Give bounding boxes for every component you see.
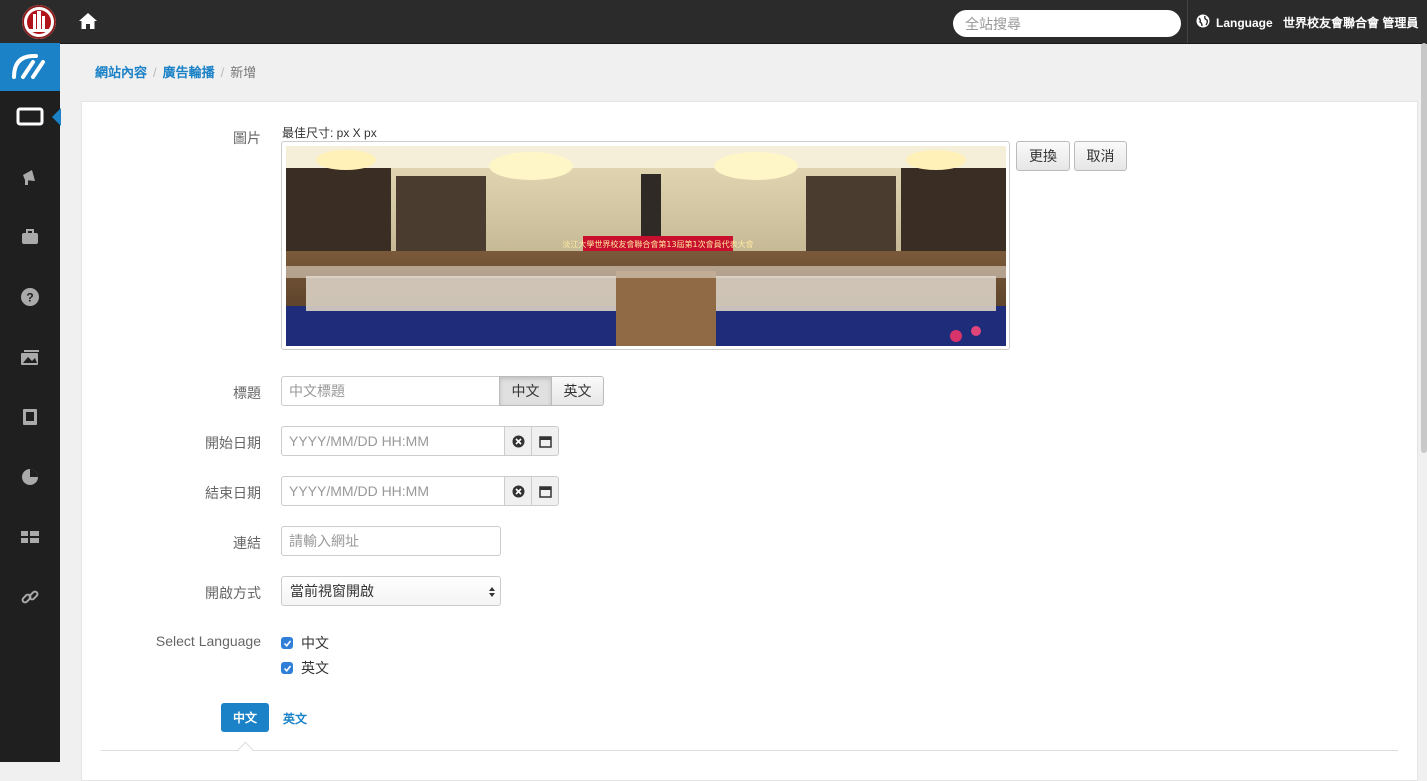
help-icon: ? — [21, 288, 39, 306]
lang-checkbox-label: 中文 — [301, 635, 329, 651]
clear-icon — [512, 485, 524, 497]
end-date-input[interactable] — [281, 476, 505, 506]
dashboard-button[interactable] — [0, 43, 60, 91]
title-lang-en-button[interactable]: 英文 — [551, 376, 604, 406]
sidebar-item-announcement[interactable] — [0, 157, 60, 197]
breadcrumb: 網站內容 / 廣告輪播 / 新增 — [95, 65, 257, 80]
grid-icon — [21, 531, 39, 543]
banner-photo: 淡江大學世界校友會聯合會第13屆第1次會員代表大會 — [286, 146, 1006, 346]
pie-chart-icon — [22, 469, 38, 485]
cancel-image-button[interactable]: 取消 — [1074, 141, 1127, 171]
select-language-label: Select Language — [155, 633, 261, 649]
start-date-clear-button[interactable] — [504, 426, 532, 456]
language-label: Language — [1216, 15, 1273, 30]
start-date-calendar-button[interactable] — [531, 426, 559, 456]
lang-checkbox-label: 英文 — [301, 660, 329, 676]
open-method-select[interactable]: 當前視窗開啟 — [281, 576, 501, 606]
tab-divider — [101, 750, 1398, 751]
open-method-label: 開啟方式 — [205, 585, 261, 601]
globe-icon — [1196, 14, 1210, 31]
lang-checkbox-en[interactable]: 英文 — [281, 658, 329, 678]
megaphone-icon — [23, 170, 35, 185]
breadcrumb-item[interactable]: 廣告輪播 — [163, 65, 215, 80]
tab-zh[interactable]: 中文 — [221, 703, 269, 732]
end-date-calendar-button[interactable] — [531, 476, 559, 506]
image-size-hint: 最佳尺寸: px X px — [282, 126, 377, 140]
divider — [1187, 0, 1188, 43]
select-arrows-icon — [489, 587, 495, 597]
top-bar: Language 世界校友會聯合會 管理員 — [0, 0, 1427, 44]
banner-caption: 淡江大學世界校友會聯合會第13屆第1次會員代表大會 — [562, 239, 753, 249]
title-lang-zh-button[interactable]: 中文 — [499, 376, 552, 406]
sidebar: ? — [0, 43, 61, 762]
book-icon — [23, 409, 37, 425]
sidebar-item-stats[interactable] — [0, 457, 60, 497]
user-menu[interactable]: 世界校友會聯合會 管理員 — [1283, 14, 1418, 31]
title-input[interactable] — [281, 376, 501, 406]
dashboard-icon — [12, 54, 45, 79]
checkbox-checked-icon — [281, 662, 293, 674]
start-date-label: 開始日期 — [205, 435, 261, 451]
lang-checkbox-zh[interactable]: 中文 — [281, 633, 329, 653]
search-input[interactable] — [953, 10, 1181, 37]
clear-icon — [512, 435, 524, 447]
language-menu[interactable]: Language — [1196, 14, 1273, 31]
sidebar-item-help[interactable]: ? — [0, 277, 60, 317]
checkbox-checked-icon — [281, 637, 293, 649]
sidebar-item-modules[interactable] — [0, 517, 60, 557]
monitor-icon — [16, 107, 44, 126]
tab-en[interactable]: 英文 — [283, 710, 307, 727]
sidebar-item-content[interactable] — [0, 97, 60, 137]
open-method-value: 當前視窗開啟 — [290, 583, 374, 599]
gallery-icon — [21, 350, 39, 365]
sidebar-item-links[interactable] — [0, 577, 60, 617]
end-date-label: 結束日期 — [205, 485, 261, 501]
change-image-button[interactable]: 更換 — [1016, 141, 1070, 171]
sidebar-item-pages[interactable] — [0, 397, 60, 437]
svg-text:?: ? — [26, 291, 33, 305]
active-indicator — [52, 108, 61, 126]
image-preview: 淡江大學世界校友會聯合會第13屆第1次會員代表大會 — [281, 141, 1010, 350]
breadcrumb-item[interactable]: 網站內容 — [95, 65, 147, 80]
link-label: 連結 — [233, 535, 261, 551]
breadcrumb-current: 新增 — [230, 65, 257, 80]
link-input[interactable] — [281, 526, 501, 556]
end-date-clear-button[interactable] — [504, 476, 532, 506]
image-label: 圖片 — [233, 130, 261, 146]
home-icon[interactable] — [78, 11, 100, 33]
calendar-icon — [538, 435, 552, 448]
calendar-icon — [538, 485, 552, 498]
briefcase-icon — [22, 229, 38, 244]
scrollbar[interactable] — [1421, 43, 1427, 453]
sidebar-item-jobs[interactable] — [0, 217, 60, 257]
link-icon — [21, 590, 39, 604]
start-date-input[interactable] — [281, 426, 505, 456]
sidebar-item-gallery[interactable] — [0, 337, 60, 377]
title-label: 標題 — [233, 385, 261, 401]
logo[interactable] — [22, 5, 56, 39]
